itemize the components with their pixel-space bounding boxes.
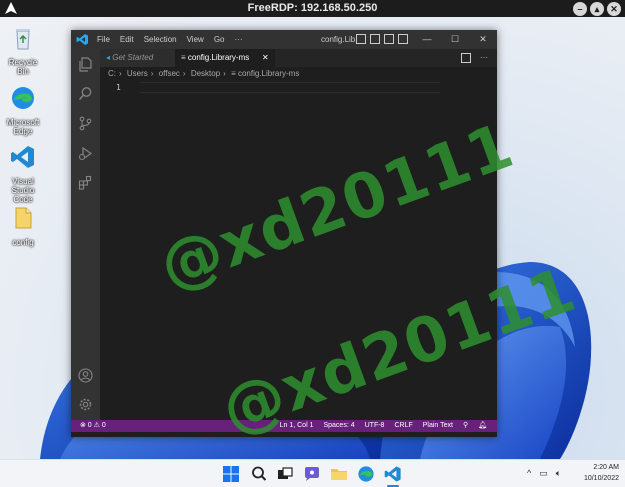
tab-close-icon[interactable]: ✕ xyxy=(262,49,269,67)
desktop-icon-label: Visual Studio Code xyxy=(11,177,35,204)
window-title: config.Library-ms - Visual... xyxy=(321,35,355,44)
desktop-icon-recycle-bin[interactable]: Recycle Bin xyxy=(3,25,43,76)
clock-time: 2:20 AM xyxy=(593,464,619,471)
window-bottom-edge xyxy=(71,432,497,437)
breadcrumb-item[interactable]: offsec xyxy=(159,69,180,78)
desktop-icon-label: config xyxy=(12,238,34,247)
toggle-panel-icon[interactable] xyxy=(370,34,380,44)
vscode-icon xyxy=(11,146,34,168)
menu-edit[interactable]: Edit xyxy=(120,35,134,44)
indentation-setting[interactable]: Spaces: 4 xyxy=(323,420,354,432)
run-debug-icon[interactable] xyxy=(78,146,93,161)
breadcrumb: C: › Users › offsec › Desktop › ≡ config.Lib… xyxy=(100,67,497,81)
notifications-bell-icon[interactable]: 🔔︎ xyxy=(478,420,487,432)
edge-icon[interactable] xyxy=(357,465,375,483)
problems-indicator[interactable]: ⊗ 0 ⚠ 0 xyxy=(80,420,106,432)
menu-go[interactable]: Go xyxy=(214,35,225,44)
tab-label: Get Started xyxy=(112,53,154,62)
rdp-title-bar: FreeRDP: 192.168.50.250 – ▴ ✕ xyxy=(0,0,625,17)
editor-tab-bar: ◂ Get Started ≡ config.Library-ms ✕ ··· xyxy=(100,49,497,67)
explorer-icon[interactable] xyxy=(78,57,93,72)
customize-layout-icon[interactable] xyxy=(398,34,408,44)
encoding-setting[interactable]: UTF-8 xyxy=(365,420,385,432)
more-actions-button[interactable]: ··· xyxy=(480,49,488,67)
vscode-minimize-button[interactable]: — xyxy=(413,30,441,49)
breadcrumb-item[interactable]: Desktop xyxy=(191,69,220,78)
menu-bar: File Edit Selection View Go ··· xyxy=(97,35,242,44)
desktop-icon-config[interactable]: config xyxy=(3,205,43,247)
vscode-title-bar: File Edit Selection View Go ··· config.L… xyxy=(71,30,497,49)
recycle-bin-icon xyxy=(16,29,30,50)
vscode-maximize-button[interactable]: ☐ xyxy=(441,30,469,49)
toggle-secondary-sidebar-icon[interactable] xyxy=(384,34,394,44)
current-line-highlight xyxy=(140,82,440,93)
rdp-window-title: FreeRDP: 192.168.50.250 xyxy=(247,2,378,14)
menu-more[interactable]: ··· xyxy=(234,35,242,44)
windows-start-icon[interactable] xyxy=(222,465,240,483)
chat-icon[interactable] xyxy=(303,465,321,483)
text-file-icon: ≡ xyxy=(181,53,186,62)
language-mode[interactable]: Plain Text xyxy=(423,420,453,432)
system-tray: ^ ▭ 🔈︎ xyxy=(527,468,561,479)
taskbar: ^ ▭ 🔈︎ 2:20 AM 10/10/2022 xyxy=(0,459,625,487)
volume-icon[interactable]: 🔈︎ xyxy=(556,468,561,479)
feedback-icon[interactable]: ⚲ xyxy=(463,420,468,432)
activity-bar xyxy=(71,49,100,420)
text-file-icon: ≡ xyxy=(231,69,236,78)
extensions-icon[interactable] xyxy=(78,175,93,190)
file-icon xyxy=(15,207,32,229)
menu-file[interactable]: File xyxy=(97,35,110,44)
toggle-sidebar-icon[interactable] xyxy=(356,34,366,44)
network-icon[interactable]: ▭ xyxy=(539,468,548,479)
task-view-icon[interactable] xyxy=(276,465,294,483)
desktop-icon-label: Recycle Bin xyxy=(8,58,38,76)
split-editor-icon[interactable] xyxy=(461,53,471,63)
desktop-icon-vscode[interactable]: Visual Studio Code xyxy=(3,144,43,204)
search-icon[interactable] xyxy=(250,465,268,483)
tab-get-started[interactable]: ◂ Get Started xyxy=(100,49,175,67)
menu-selection[interactable]: Selection xyxy=(144,35,177,44)
search-icon[interactable] xyxy=(78,86,93,101)
breadcrumb-item[interactable]: C: xyxy=(108,69,116,78)
file-explorer-icon[interactable] xyxy=(330,465,348,483)
breadcrumb-item[interactable]: config.Library-ms xyxy=(238,69,299,78)
desktop-icon-edge[interactable]: Microsoft Edge xyxy=(3,85,43,136)
line-number: 1 xyxy=(116,83,121,92)
vscode-icon[interactable] xyxy=(384,465,402,483)
vscode-icon xyxy=(76,34,88,45)
rdp-minimize-button[interactable]: – xyxy=(573,1,587,16)
rdp-maximize-button[interactable]: ▴ xyxy=(590,1,604,16)
desktop: Recycle Bin Microsoft Edge Visual Studio… xyxy=(0,17,625,459)
edge-icon xyxy=(12,87,34,109)
menu-view[interactable]: View xyxy=(187,35,204,44)
layout-controls xyxy=(356,34,408,44)
tab-label: config.Library-ms xyxy=(187,53,250,62)
settings-gear-icon[interactable] xyxy=(78,397,93,412)
tab-config-library[interactable]: ≡ config.Library-ms ✕ xyxy=(175,49,275,67)
rdp-close-button[interactable]: ✕ xyxy=(607,1,621,16)
desktop-icon-label: Microsoft Edge xyxy=(6,118,40,136)
breadcrumb-item[interactable]: Users xyxy=(127,69,148,78)
clock-date: 10/10/2022 xyxy=(583,475,619,482)
accounts-icon[interactable] xyxy=(78,368,93,383)
vscode-tab-icon: ◂ xyxy=(106,53,111,62)
clock[interactable]: 2:20 AM 10/10/2022 xyxy=(584,462,619,484)
chevron-up-icon[interactable]: ^ xyxy=(527,468,531,479)
vscode-close-button[interactable]: ✕ xyxy=(469,30,497,49)
source-control-icon[interactable] xyxy=(78,116,93,131)
eol-setting[interactable]: CRLF xyxy=(394,420,412,432)
